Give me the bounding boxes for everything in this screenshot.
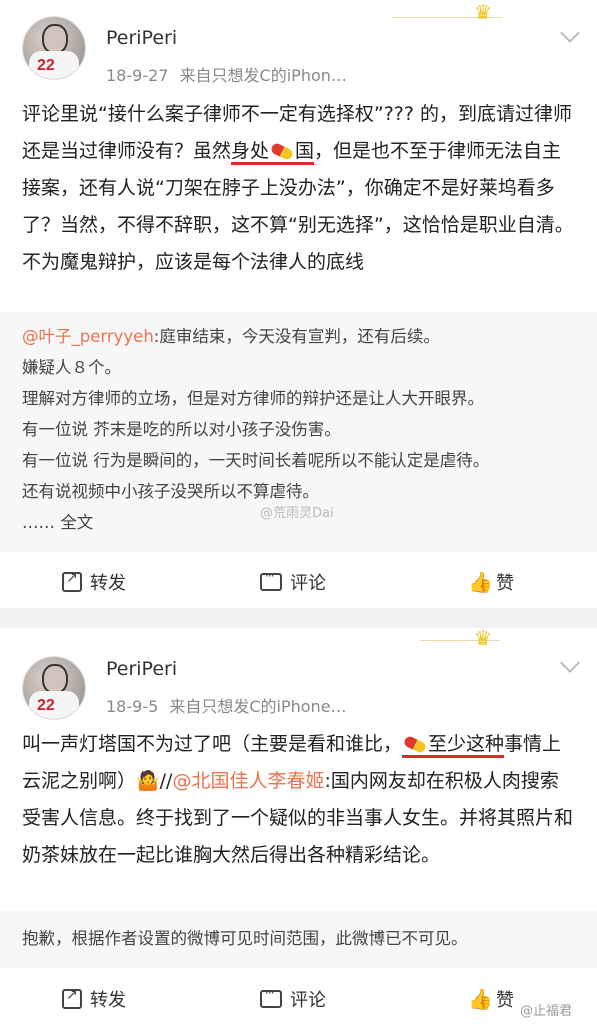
underlined-text: 至少这种: [402, 733, 505, 758]
like-label: 赞: [496, 990, 514, 1011]
original-line: @叶子_perryyeh:庭审结束，今天没有宣判，还有后续。: [0, 321, 597, 352]
original-line: 有一位说 芥末是吃的所以对小孩子没伤害。: [22, 420, 341, 439]
action-bar: 转发 评论 👍 赞: [0, 557, 597, 607]
post-text: 评论里说“接什么案子律师不一定有选择权”??? 的，到底请过律师还是当过律师没有…: [22, 96, 577, 281]
repost-icon: [62, 987, 82, 1009]
weibo-post-2: ♛ 22 PeriPeri 18-9-5 来自只想发C的iPhone… 叫一声灯…: [0, 628, 597, 1024]
chevron-down-icon[interactable]: [560, 23, 580, 43]
post-meta: 18-9-5 来自只想发C的iPhone…: [106, 693, 347, 717]
repost-label: 转发: [90, 573, 126, 594]
username[interactable]: PeriPeri: [106, 658, 177, 680]
original-line: 有一位说 行为是瞬间的，一天时间长着呢所以不能认定是虐待。: [22, 451, 490, 470]
mention-link[interactable]: @叶子_perryyeh: [22, 327, 154, 346]
original-text: :庭审结束，今天没有宣判，还有后续。: [153, 327, 440, 346]
weibo-post-1: ♛ 22 PeriPeri 18-9-27 来自只想发C的iPhon… 评论里说…: [0, 0, 597, 608]
post-text-part: 至少这种: [428, 733, 505, 755]
post-text-part: 叫一声灯塔国不为过了吧（主要是看和谁比，: [22, 733, 403, 755]
thumbs-up-icon: 👍: [468, 570, 493, 594]
pill-emoji-icon: [269, 141, 295, 162]
crown-icon: ♛: [474, 0, 492, 24]
thumbs-up-icon: 👍: [468, 987, 493, 1011]
original-line: 嫌疑人８个。: [22, 358, 121, 377]
comment-label: 评论: [290, 573, 326, 594]
original-line: 理解对方律师的立场，但是对方律师的辩护还是让人大开眼界。: [22, 389, 484, 408]
retweeted-original[interactable]: @叶子_perryyeh:庭审结束，今天没有宣判，还有后续。 嫌疑人８个。 理解…: [0, 312, 597, 552]
repost-button[interactable]: 转发: [62, 974, 126, 1024]
comment-button[interactable]: 评论: [260, 557, 326, 607]
avatar[interactable]: 22: [22, 656, 86, 720]
like-label: 赞: [496, 573, 514, 594]
post-text: 叫一声灯塔国不为过了吧（主要是看和谁比， 至少这种事情上云泥之别啊）🤷//@北国佳…: [22, 726, 577, 874]
chevron-down-icon[interactable]: [560, 653, 580, 673]
post-date: 18-9-27: [106, 66, 169, 85]
watermark: @荒雨灵Dai: [260, 506, 334, 521]
watermark: @止福君: [520, 1004, 573, 1019]
comment-label: 评论: [290, 990, 326, 1011]
comment-button[interactable]: 评论: [260, 974, 326, 1024]
pill-emoji-icon: [402, 734, 428, 755]
username[interactable]: PeriPeri: [106, 27, 177, 49]
post-meta: 18-9-27 来自只想发C的iPhon…: [106, 62, 347, 86]
repost-icon: [62, 570, 82, 592]
avatar[interactable]: 22: [22, 16, 86, 80]
action-bar: 转发 评论 👍 赞: [0, 974, 597, 1024]
comment-icon: [260, 569, 282, 591]
retweeted-original: 抱歉，根据作者设置的微博可见时间范围，此微博已不可见。: [0, 910, 597, 968]
like-button[interactable]: 👍 赞: [468, 557, 514, 607]
like-button[interactable]: 👍 赞: [468, 974, 514, 1024]
post-date: 18-9-5: [106, 697, 159, 716]
post-text-part: 身处: [231, 140, 270, 162]
post-text-part: 国: [295, 140, 315, 162]
post-separator: [0, 608, 597, 628]
original-unavailable-text: 抱歉，根据作者设置的微博可见时间范围，此微博已不可见。: [22, 929, 468, 948]
crown-icon: ♛: [474, 626, 492, 650]
post-source: 来自只想发C的iPhone…: [169, 697, 347, 716]
repost-label: 转发: [90, 990, 126, 1011]
underlined-text: 身处 国: [231, 140, 315, 165]
post-source: 来自只想发C的iPhon…: [179, 66, 347, 85]
mention-link[interactable]: @北国佳人李春姬: [172, 770, 324, 792]
comment-icon: [260, 986, 282, 1008]
repost-button[interactable]: 转发: [62, 557, 126, 607]
